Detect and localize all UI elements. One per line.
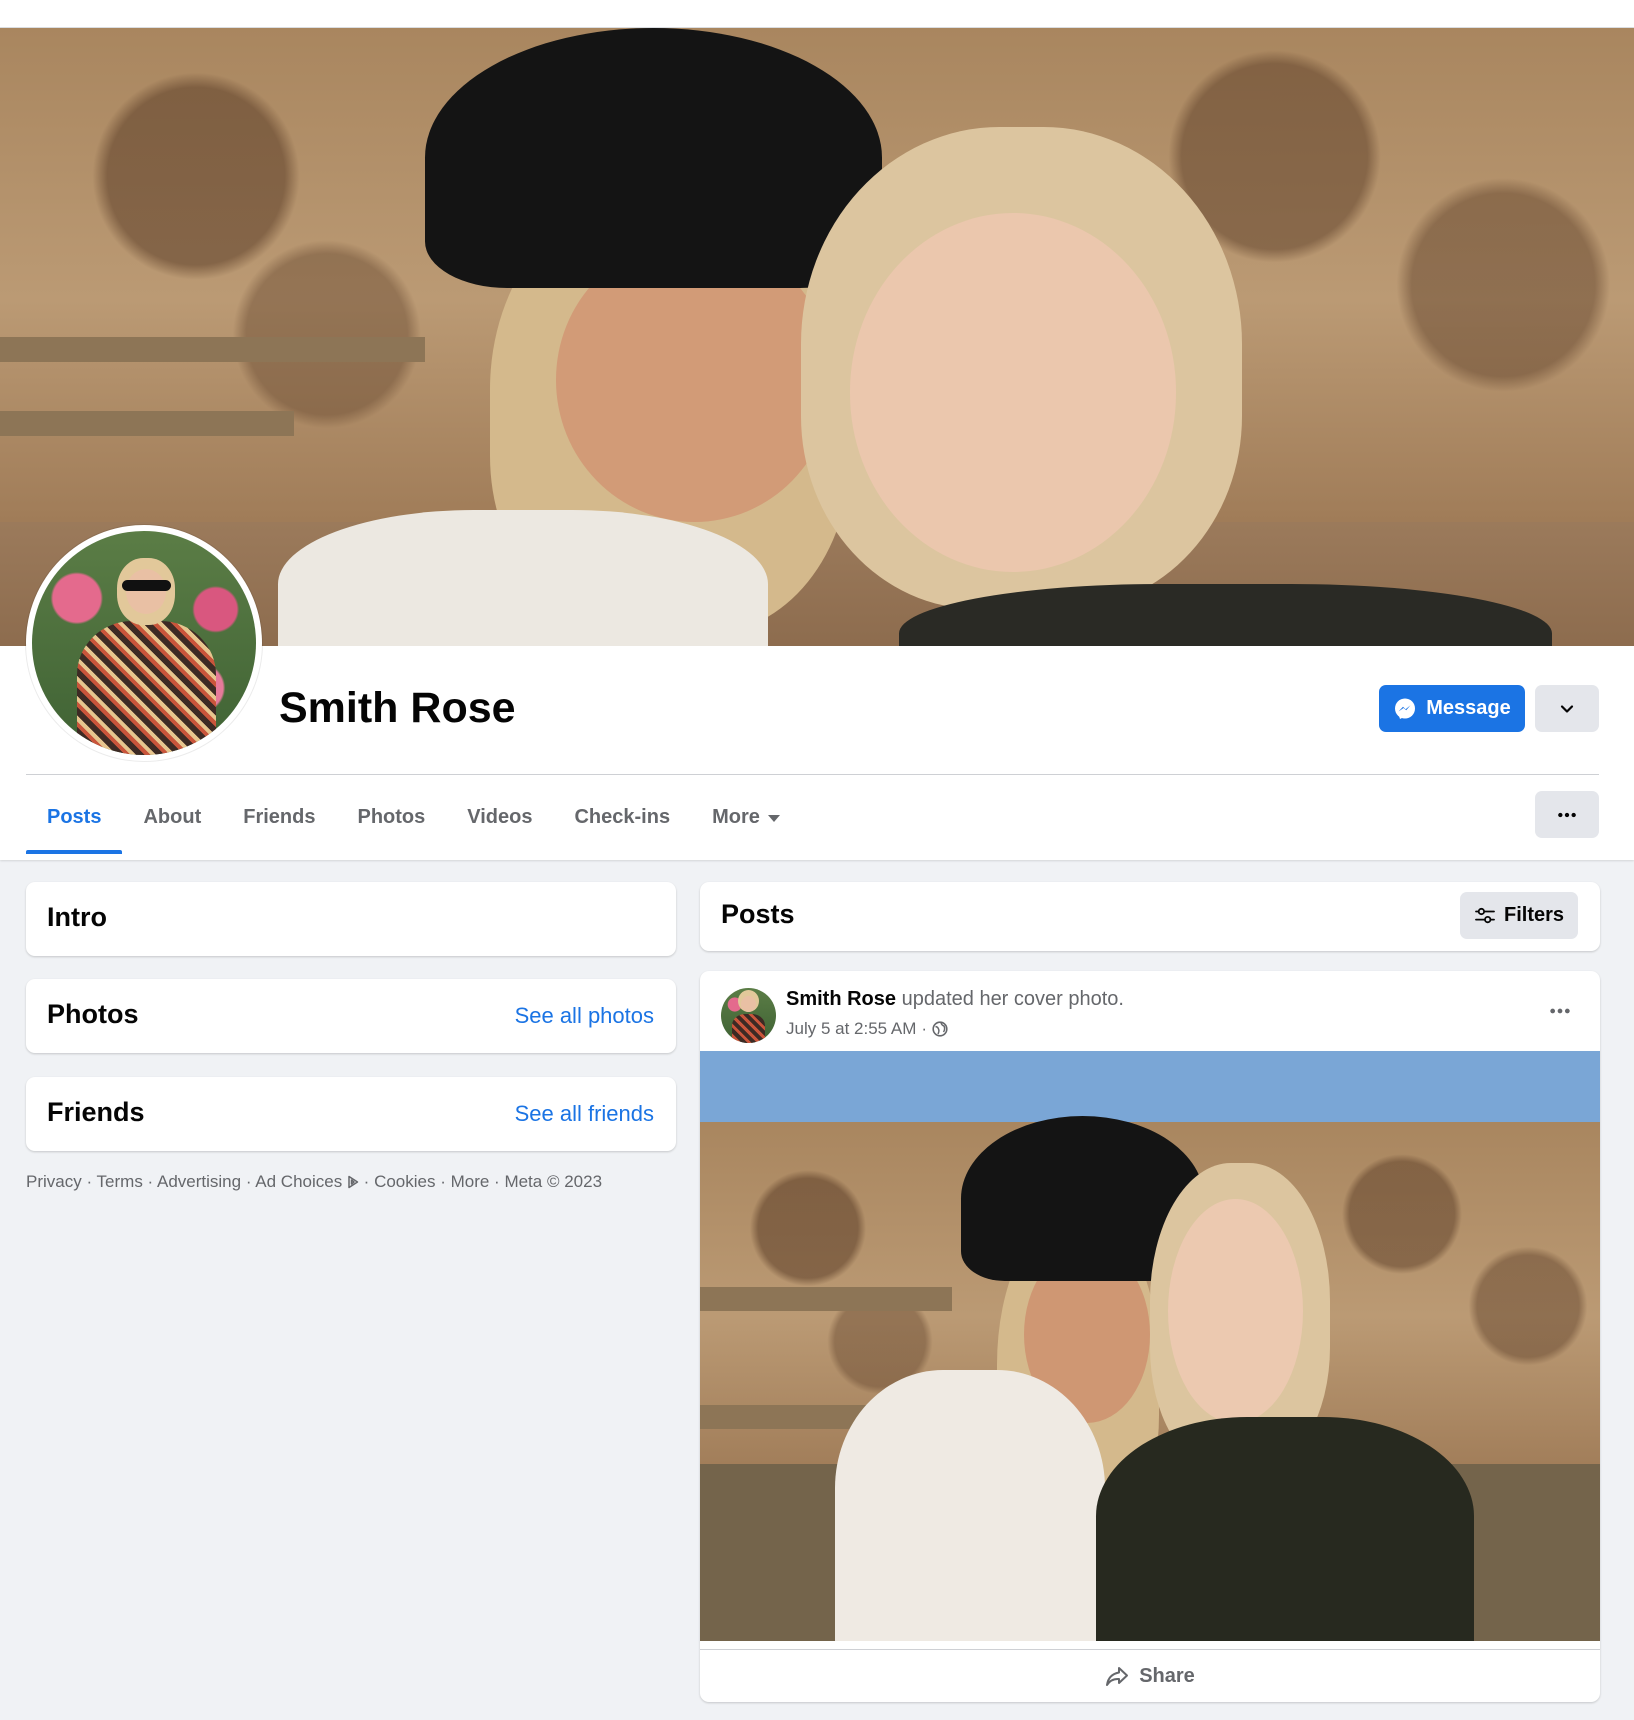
caret-down-icon bbox=[767, 814, 780, 822]
profile-more-button[interactable] bbox=[1535, 791, 1599, 838]
see-all-friends-link[interactable]: See all friends bbox=[515, 1101, 654, 1127]
tab-label: Posts bbox=[47, 805, 102, 828]
tab-label: Videos bbox=[467, 805, 533, 828]
post-meta: July 5 at 2:55 AM · bbox=[786, 1019, 948, 1039]
globe-icon[interactable] bbox=[932, 1021, 948, 1037]
cover-photo-image bbox=[0, 28, 1634, 646]
friends-card: Friends See all friends bbox=[26, 1077, 676, 1151]
tab-label: About bbox=[143, 805, 202, 828]
more-dots-icon bbox=[1550, 1008, 1570, 1014]
footer-meta-copyright: Meta © 2023 bbox=[504, 1172, 603, 1191]
post-action-text: updated her cover photo. bbox=[896, 988, 1124, 1010]
post-meta-dot: · bbox=[921, 1019, 928, 1038]
tab-about[interactable]: About bbox=[122, 780, 222, 854]
post-author-line: Smith Rose updated her cover photo. bbox=[786, 988, 1124, 1011]
footer-separator: · bbox=[241, 1172, 256, 1191]
footer-advertising-link[interactable]: Advertising bbox=[157, 1172, 241, 1191]
intro-card: Intro bbox=[26, 882, 676, 956]
footer-privacy-link[interactable]: Privacy bbox=[26, 1172, 82, 1191]
filters-label: Filters bbox=[1503, 904, 1565, 926]
tab-label: Friends bbox=[243, 805, 316, 828]
header-divider bbox=[26, 774, 1599, 775]
profile-tabs: Posts About Friends Photos Videos Check-… bbox=[26, 780, 801, 854]
tab-label: Check-ins bbox=[574, 805, 671, 828]
posts-header-card: Posts Filters bbox=[700, 882, 1600, 951]
chevron-down-icon bbox=[1560, 704, 1574, 713]
posts-title: Posts bbox=[721, 899, 795, 929]
footer-ad-choices-label: Ad Choices bbox=[255, 1172, 343, 1191]
see-all-photos-link[interactable]: See all photos bbox=[515, 1003, 654, 1029]
share-label: Share bbox=[1139, 1664, 1195, 1687]
footer-separator: · bbox=[358, 1172, 375, 1191]
footer-terms-link[interactable]: Terms bbox=[97, 1172, 143, 1191]
post-options-button[interactable] bbox=[1540, 991, 1580, 1031]
sliders-icon bbox=[1475, 907, 1495, 923]
profile-dropdown-button[interactable] bbox=[1535, 685, 1599, 732]
footer-separator: · bbox=[435, 1172, 451, 1191]
post-photo[interactable] bbox=[700, 1051, 1600, 1641]
tab-label: Photos bbox=[357, 805, 426, 828]
footer-ad-choices-link[interactable]: Ad Choices bbox=[255, 1172, 359, 1191]
share-arrow-icon bbox=[1106, 1667, 1129, 1686]
post-card: Smith Rose updated her cover photo. July… bbox=[700, 971, 1600, 1702]
friends-title: Friends bbox=[47, 1097, 145, 1127]
footer-separator: · bbox=[81, 1172, 97, 1191]
browser-top-bar bbox=[0, 0, 1634, 28]
footer-links: Privacy · Terms · Advertising · Ad Choic… bbox=[26, 1172, 602, 1192]
message-button-label: Message bbox=[1426, 697, 1511, 719]
post-timestamp[interactable]: July 5 at 2:55 AM bbox=[786, 1019, 916, 1039]
profile-name: Smith Rose bbox=[279, 684, 516, 732]
tab-posts[interactable]: Posts bbox=[26, 780, 123, 854]
tab-videos[interactable]: Videos bbox=[446, 780, 553, 854]
ad-choices-icon bbox=[348, 1175, 359, 1189]
more-dots-icon bbox=[1558, 812, 1576, 817]
share-button[interactable]: Share bbox=[700, 1649, 1600, 1702]
footer-separator: · bbox=[142, 1172, 157, 1191]
footer-cookies-link[interactable]: Cookies bbox=[374, 1172, 435, 1191]
tab-friends[interactable]: Friends bbox=[222, 780, 336, 854]
footer-more-link[interactable]: More bbox=[451, 1172, 490, 1191]
profile-avatar[interactable] bbox=[26, 525, 262, 761]
filters-button[interactable]: Filters bbox=[1460, 892, 1578, 939]
tab-photos[interactable]: Photos bbox=[336, 780, 446, 854]
photos-card: Photos See all photos bbox=[26, 979, 676, 1053]
tab-check-ins[interactable]: Check-ins bbox=[553, 780, 691, 854]
messenger-icon bbox=[1395, 698, 1416, 719]
message-button[interactable]: Message bbox=[1379, 685, 1525, 732]
post-author-name[interactable]: Smith Rose bbox=[786, 988, 896, 1010]
cover-photo[interactable] bbox=[0, 28, 1634, 646]
intro-title: Intro bbox=[47, 902, 107, 932]
tab-more[interactable]: More bbox=[691, 780, 801, 854]
footer-separator: · bbox=[489, 1172, 505, 1191]
profile-picture bbox=[32, 531, 256, 755]
photos-title: Photos bbox=[47, 999, 139, 1029]
post-photo-image bbox=[700, 1051, 1600, 1641]
post-author-avatar[interactable] bbox=[721, 988, 776, 1043]
tab-label: More bbox=[712, 805, 760, 828]
